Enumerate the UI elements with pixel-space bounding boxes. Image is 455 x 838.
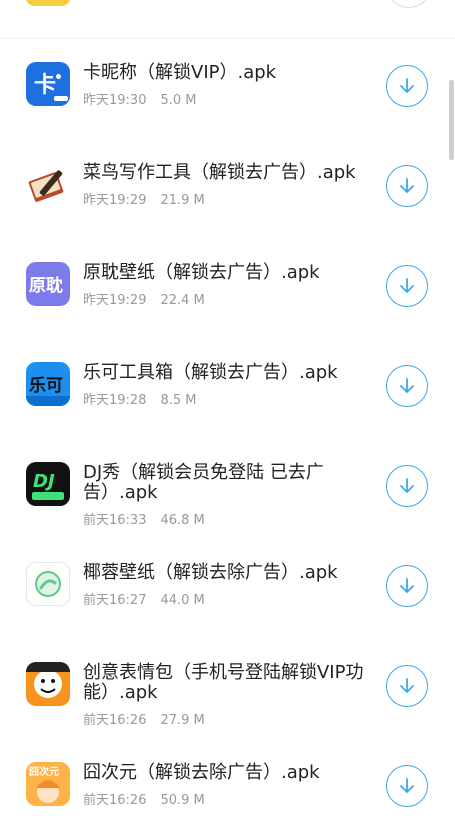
- file-name: 创意表情包（手机号登陆解锁VIP功能）.apk: [83, 662, 364, 703]
- file-date: 昨天19:29: [83, 293, 147, 308]
- list-item[interactable]: 创意表情包（手机号登陆解锁VIP功能）.apk 前天16:26 27.9 M: [0, 638, 455, 738]
- download-arrow-icon: [400, 578, 414, 593]
- file-size: 5.0 M: [160, 93, 197, 108]
- jiongciyuan-app-icon: 囧次元: [26, 762, 70, 806]
- download-button[interactable]: [386, 565, 428, 607]
- scrollbar[interactable]: [449, 80, 454, 160]
- file-meta: 昨天19:29 22.4 M: [83, 289, 205, 308]
- file-date: 昨天19:29: [83, 193, 147, 208]
- download-button[interactable]: [386, 665, 428, 707]
- file-date: 昨天19:28: [83, 393, 147, 408]
- file-date: 前天16:26: [83, 713, 147, 728]
- download-arrow-icon: [400, 278, 414, 293]
- yuandan-app-icon: 原耽: [26, 262, 70, 306]
- list-item[interactable]: 椰蓉壁纸（解锁去除广告）.apk 前天16:27 44.0 M: [0, 538, 455, 638]
- file-meta: 昨天19:28 8.5 M: [83, 389, 197, 408]
- meme-face-app-icon: [26, 662, 70, 706]
- download-arrow-icon: [400, 778, 414, 793]
- file-size: 44.0 M: [160, 593, 205, 608]
- file-date: 前天16:26: [83, 793, 147, 808]
- svg-text:DJ: DJ: [33, 471, 55, 492]
- svg-text:乐可: 乐可: [29, 376, 63, 396]
- file-name: 乐可工具箱（解锁去广告）.apk: [83, 362, 338, 383]
- partial-app-icon: [26, 0, 70, 6]
- svg-text:囧次元: 囧次元: [29, 765, 59, 778]
- file-meta: 前天16:27 44.0 M: [83, 589, 205, 608]
- download-button[interactable]: [386, 165, 428, 207]
- leke-app-icon: 乐可: [26, 362, 70, 406]
- notebook-pencil-app-icon: [26, 162, 70, 206]
- partial-action-button[interactable]: [386, 0, 432, 8]
- download-arrow-icon: [400, 678, 414, 693]
- download-button[interactable]: [386, 765, 428, 807]
- file-name: 卡昵称（解锁VIP）.apk: [83, 62, 277, 83]
- download-arrow-icon: [400, 378, 414, 393]
- file-date: 前天16:33: [83, 513, 147, 528]
- file-name: DJ秀（解锁会员免登陆 已去广告）.apk: [83, 462, 324, 503]
- file-size: 21.9 M: [160, 193, 205, 208]
- list-item[interactable]: 原耽 原耽壁纸（解锁去广告）.apk 昨天19:29 22.4 M: [0, 238, 455, 338]
- list-item[interactable]: 囧次元 囧次元（解锁去除广告）.apk 前天16:26 50.9 M: [0, 738, 455, 838]
- download-arrow-icon: [400, 478, 414, 493]
- dj-app-icon: DJ: [26, 462, 70, 506]
- svg-text:原耽: 原耽: [29, 275, 63, 296]
- file-size: 50.9 M: [160, 793, 205, 808]
- file-name: 囧次元（解锁去除广告）.apk: [83, 762, 320, 783]
- file-date: 前天16:27: [83, 593, 147, 608]
- file-meta: 前天16:26 50.9 M: [83, 789, 205, 808]
- previous-item-partial: [0, 0, 455, 39]
- list-item[interactable]: 卡 卡昵称（解锁VIP）.apk 昨天19:30 5.0 M: [0, 38, 455, 138]
- download-arrow-icon: [400, 178, 414, 193]
- file-name: 菜鸟写作工具（解锁去广告）.apk: [83, 162, 356, 183]
- kanicheng-app-icon: 卡: [26, 62, 70, 106]
- list-item[interactable]: 菜鸟写作工具（解锁去广告）.apk 昨天19:29 21.9 M: [0, 138, 455, 238]
- download-button[interactable]: [386, 465, 428, 507]
- file-meta: 昨天19:29 21.9 M: [83, 189, 205, 208]
- file-size: 22.4 M: [160, 293, 205, 308]
- download-list: 卡 卡昵称（解锁VIP）.apk 昨天19:30 5.0 M 菜鸟写作工具（解锁去…: [0, 38, 455, 838]
- file-size: 46.8 M: [160, 513, 205, 528]
- file-date: 昨天19:30: [83, 93, 147, 108]
- list-item[interactable]: 乐可 乐可工具箱（解锁去广告）.apk 昨天19:28 8.5 M: [0, 338, 455, 438]
- file-name: 椰蓉壁纸（解锁去除广告）.apk: [83, 562, 338, 583]
- download-button[interactable]: [386, 265, 428, 307]
- download-arrow-icon: [400, 78, 414, 93]
- file-meta: 前天16:26 27.9 M: [83, 709, 205, 728]
- file-size: 8.5 M: [160, 393, 197, 408]
- file-meta: 昨天19:30 5.0 M: [83, 89, 197, 108]
- file-meta: 前天16:33 46.8 M: [83, 509, 205, 528]
- yerong-app-icon: [26, 562, 70, 606]
- file-name: 原耽壁纸（解锁去广告）.apk: [83, 262, 320, 283]
- list-item[interactable]: DJ DJ秀（解锁会员免登陆 已去广告）.apk 前天16:33 46.8 M: [0, 438, 455, 538]
- file-size: 27.9 M: [160, 713, 205, 728]
- download-button[interactable]: [386, 365, 428, 407]
- svg-text:卡: 卡: [34, 73, 56, 98]
- download-button[interactable]: [386, 65, 428, 107]
